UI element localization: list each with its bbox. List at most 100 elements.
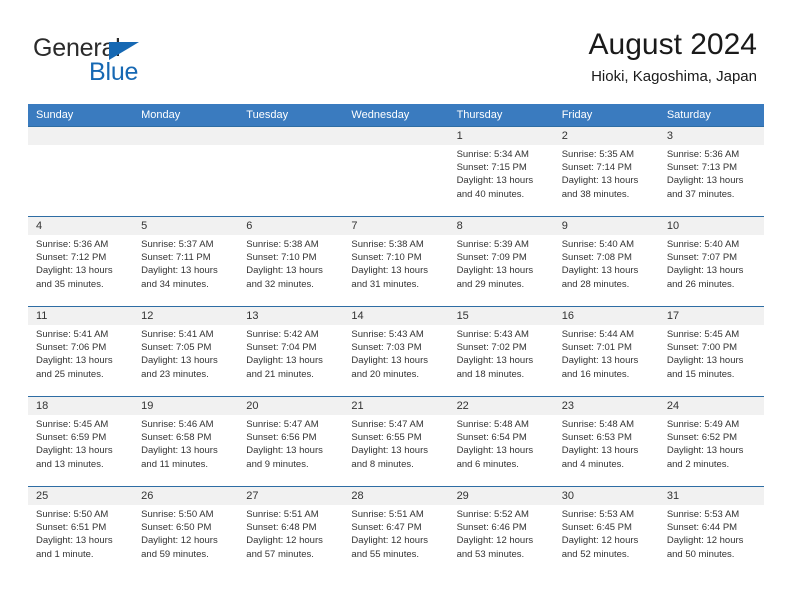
day-cell[interactable]: 9 Sunrise: 5:40 AM Sunset: 7:08 PM Dayli…: [554, 217, 659, 306]
day-cell[interactable]: 10 Sunrise: 5:40 AM Sunset: 7:07 PM Dayl…: [659, 217, 764, 306]
daylight-text-line1: Daylight: 13 hours: [666, 445, 744, 457]
daylight-text-line1: Daylight: 12 hours: [561, 535, 639, 547]
day-cell[interactable]: 6 Sunrise: 5:38 AM Sunset: 7:10 PM Dayli…: [238, 217, 343, 306]
page-title: August 2024: [588, 28, 757, 61]
daylight-text-line2: and 4 minutes.: [561, 458, 625, 470]
day-cell[interactable]: 19 Sunrise: 5:46 AM Sunset: 6:58 PM Dayl…: [133, 397, 238, 486]
daylight-text-line1: Daylight: 13 hours: [141, 445, 218, 457]
day-details: Sunrise: 5:45 AM Sunset: 6:59 PM Dayligh…: [36, 418, 127, 471]
day-number: [246, 127, 337, 145]
day-number: 30: [561, 490, 574, 502]
day-number: 14: [351, 310, 364, 322]
day-cell[interactable]: 2 Sunrise: 5:35 AM Sunset: 7:14 PM Dayli…: [554, 127, 659, 216]
day-cell[interactable]: 5 Sunrise: 5:37 AM Sunset: 7:11 PM Dayli…: [133, 217, 238, 306]
day-cell[interactable]: 21 Sunrise: 5:47 AM Sunset: 6:55 PM Dayl…: [343, 397, 448, 486]
day-cell[interactable]: 4 Sunrise: 5:36 AM Sunset: 7:12 PM Dayli…: [28, 217, 133, 306]
sunset-text: Sunset: 6:50 PM: [141, 522, 212, 534]
daylight-text-line2: and 34 minutes.: [141, 278, 209, 290]
day-cell[interactable]: [238, 127, 343, 216]
day-cell[interactable]: 28 Sunrise: 5:51 AM Sunset: 6:47 PM Dayl…: [343, 487, 448, 576]
general-blue-logo[interactable]: General Blue: [33, 34, 243, 86]
day-number: [36, 127, 127, 145]
day-cell[interactable]: 24 Sunrise: 5:49 AM Sunset: 6:52 PM Dayl…: [659, 397, 764, 486]
day-cell[interactable]: [28, 127, 133, 216]
sunset-text: Sunset: 7:11 PM: [141, 252, 211, 264]
day-number: 16: [561, 310, 574, 322]
daylight-text-line2: and 53 minutes.: [456, 548, 525, 560]
week-row: 11 Sunrise: 5:41 AM Sunset: 7:06 PM Dayl…: [28, 306, 764, 396]
day-details: Sunrise: 5:34 AM Sunset: 7:15 PM Dayligh…: [457, 148, 548, 201]
daylight-text-line1: Daylight: 13 hours: [246, 355, 323, 367]
day-cell[interactable]: 22 Sunrise: 5:48 AM Sunset: 6:54 PM Dayl…: [449, 397, 554, 486]
day-cell[interactable]: 11 Sunrise: 5:41 AM Sunset: 7:06 PM Dayl…: [28, 307, 133, 396]
day-cell[interactable]: 17 Sunrise: 5:45 AM Sunset: 7:00 PM Dayl…: [659, 307, 764, 396]
day-cell[interactable]: 25 Sunrise: 5:50 AM Sunset: 6:51 PM Dayl…: [28, 487, 133, 576]
day-details: Sunrise: 5:45 AM Sunset: 7:00 PM Dayligh…: [667, 328, 758, 381]
day-details: Sunrise: 5:41 AM Sunset: 7:06 PM Dayligh…: [36, 328, 127, 381]
day-cell[interactable]: 3 Sunrise: 5:36 AM Sunset: 7:13 PM Dayli…: [659, 127, 764, 216]
sunset-text: Sunset: 7:07 PM: [666, 252, 738, 264]
day-cell[interactable]: 1 Sunrise: 5:34 AM Sunset: 7:15 PM Dayli…: [449, 127, 554, 216]
day-cell[interactable]: 14 Sunrise: 5:43 AM Sunset: 7:03 PM Dayl…: [343, 307, 448, 396]
sunrise-text: Sunrise: 5:43 AM: [456, 329, 529, 340]
weekday-header-tuesday: Tuesday: [246, 109, 289, 121]
daylight-text-line2: and 23 minutes.: [141, 368, 209, 380]
day-number: 20: [246, 400, 259, 412]
sunset-text: Sunset: 7:10 PM: [246, 252, 317, 264]
daylight-text-line2: and 9 minutes.: [246, 458, 309, 470]
day-cell[interactable]: 31 Sunrise: 5:53 AM Sunset: 6:44 PM Dayl…: [659, 487, 764, 576]
daylight-text-line2: and 25 minutes.: [36, 368, 104, 380]
day-cell[interactable]: 30 Sunrise: 5:53 AM Sunset: 6:45 PM Dayl…: [554, 487, 659, 576]
sunrise-text: Sunrise: 5:51 AM: [351, 509, 424, 520]
day-cell[interactable]: 20 Sunrise: 5:47 AM Sunset: 6:56 PM Dayl…: [238, 397, 343, 486]
sunset-text: Sunset: 6:53 PM: [561, 432, 632, 444]
weekday-header-monday: Monday: [141, 109, 181, 121]
day-cell[interactable]: 26 Sunrise: 5:50 AM Sunset: 6:50 PM Dayl…: [133, 487, 238, 576]
day-details: Sunrise: 5:48 AM Sunset: 6:54 PM Dayligh…: [457, 418, 548, 471]
day-details: Sunrise: 5:47 AM Sunset: 6:55 PM Dayligh…: [351, 418, 442, 471]
daylight-text-line2: and 16 minutes.: [561, 368, 630, 380]
sunset-text: Sunset: 6:54 PM: [456, 432, 527, 444]
day-number: 9: [561, 220, 568, 232]
day-cell[interactable]: 13 Sunrise: 5:42 AM Sunset: 7:04 PM Dayl…: [238, 307, 343, 396]
daylight-text-line2: and 2 minutes.: [666, 458, 730, 470]
weekday-header-thursday: Thursday: [456, 109, 503, 121]
day-cell[interactable]: [343, 127, 448, 216]
daylight-text-line1: Daylight: 13 hours: [456, 355, 534, 367]
day-cell[interactable]: 23 Sunrise: 5:48 AM Sunset: 6:53 PM Dayl…: [554, 397, 659, 486]
daylight-text-line2: and 28 minutes.: [561, 278, 630, 290]
daylight-text-line2: and 40 minutes.: [456, 188, 525, 200]
day-number: 31: [666, 490, 680, 502]
daylight-text-line1: Daylight: 13 hours: [36, 355, 113, 367]
day-cell[interactable]: 27 Sunrise: 5:51 AM Sunset: 6:48 PM Dayl…: [238, 487, 343, 576]
daylight-text-line1: Daylight: 12 hours: [666, 535, 744, 547]
daylight-text-line1: Daylight: 13 hours: [246, 265, 323, 277]
day-cell[interactable]: 7 Sunrise: 5:38 AM Sunset: 7:10 PM Dayli…: [343, 217, 448, 306]
sunset-text: Sunset: 7:06 PM: [36, 342, 107, 354]
sunrise-text: Sunrise: 5:48 AM: [456, 419, 529, 430]
day-cell[interactable]: 16 Sunrise: 5:44 AM Sunset: 7:01 PM Dayl…: [554, 307, 659, 396]
day-number: 10: [666, 220, 680, 232]
day-cell[interactable]: 8 Sunrise: 5:39 AM Sunset: 7:09 PM Dayli…: [449, 217, 554, 306]
day-details: Sunrise: 5:38 AM Sunset: 7:10 PM Dayligh…: [351, 238, 442, 291]
day-number: 8: [456, 220, 463, 232]
day-details: Sunrise: 5:53 AM Sunset: 6:44 PM Dayligh…: [667, 508, 758, 561]
day-details: Sunrise: 5:51 AM Sunset: 6:48 PM Dayligh…: [246, 508, 337, 561]
day-cell[interactable]: 18 Sunrise: 5:45 AM Sunset: 6:59 PM Dayl…: [28, 397, 133, 486]
sunset-text: Sunset: 7:12 PM: [36, 252, 107, 264]
sunrise-text: Sunrise: 5:53 AM: [666, 509, 740, 520]
daylight-text-line2: and 52 minutes.: [561, 548, 630, 560]
daylight-text-line2: and 13 minutes.: [36, 458, 104, 470]
day-cell[interactable]: 29 Sunrise: 5:52 AM Sunset: 6:46 PM Dayl…: [449, 487, 554, 576]
sunset-text: Sunset: 7:03 PM: [351, 342, 422, 354]
day-cell[interactable]: 12 Sunrise: 5:41 AM Sunset: 7:05 PM Dayl…: [133, 307, 238, 396]
day-cell[interactable]: 15 Sunrise: 5:43 AM Sunset: 7:02 PM Dayl…: [449, 307, 554, 396]
sunrise-text: Sunrise: 5:37 AM: [141, 239, 214, 250]
daylight-text-line1: Daylight: 13 hours: [351, 355, 428, 367]
daylight-text-line1: Daylight: 13 hours: [351, 445, 428, 457]
week-row: 18 Sunrise: 5:45 AM Sunset: 6:59 PM Dayl…: [28, 396, 764, 486]
daylight-text-line2: and 8 minutes.: [351, 458, 414, 470]
sunset-text: Sunset: 6:51 PM: [36, 522, 107, 534]
sunrise-text: Sunrise: 5:44 AM: [561, 329, 635, 340]
day-cell[interactable]: [133, 127, 238, 216]
